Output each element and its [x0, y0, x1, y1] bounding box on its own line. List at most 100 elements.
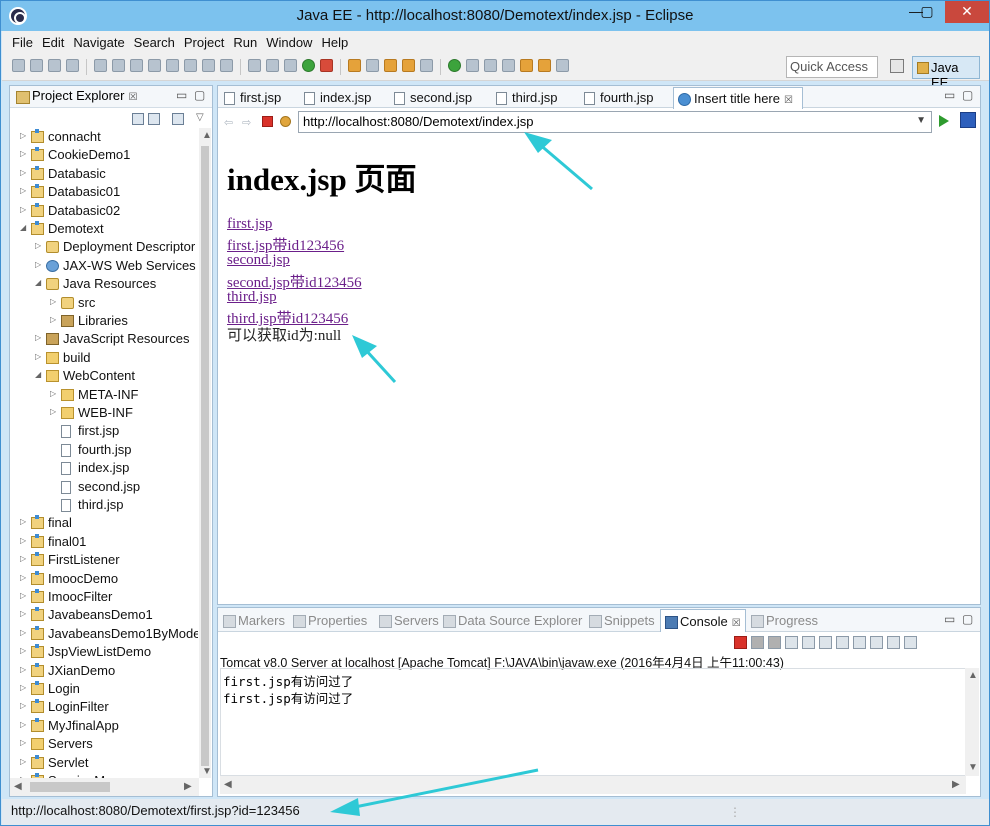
explorer-vertical-scrollbar[interactable]: ▲ ▼	[199, 128, 212, 778]
server-icon[interactable]	[248, 59, 261, 72]
project-explorer-tab[interactable]: Project Explorer ☒	[14, 88, 137, 108]
maximize-icon[interactable]: ▢	[194, 88, 205, 102]
collapsed-arrow-icon[interactable]: ▷	[20, 665, 30, 674]
link-first-jsp[interactable]: first.jsp	[227, 216, 272, 233]
collapsed-arrow-icon[interactable]: ▷	[20, 701, 30, 710]
scroll-right-icon[interactable]: ▶	[952, 779, 960, 790]
collapse-all-icon[interactable]	[132, 113, 144, 125]
collapsed-arrow-icon[interactable]: ▷	[20, 536, 30, 545]
step-into-icon[interactable]	[184, 59, 197, 72]
tab-properties[interactable]: Properties	[292, 613, 367, 628]
stop-icon[interactable]	[262, 116, 273, 127]
maximize-button[interactable]: ▢	[913, 1, 941, 23]
scroll-lock-icon[interactable]	[802, 636, 815, 649]
close-icon[interactable]: ☒	[128, 92, 137, 103]
word-wrap-icon[interactable]	[819, 636, 832, 649]
collapsed-arrow-icon[interactable]: ▷	[20, 628, 30, 637]
collapsed-arrow-icon[interactable]: ▷	[20, 646, 30, 655]
console-horizontal-scrollbar[interactable]: ◀ ▶	[220, 776, 966, 794]
collapsed-arrow-icon[interactable]: ▷	[20, 609, 30, 618]
quick-access-input[interactable]: Quick Access	[786, 56, 878, 78]
collapsed-arrow-icon[interactable]: ▷	[20, 591, 30, 600]
collapsed-arrow-icon[interactable]: ▷	[20, 517, 30, 526]
scroll-right-icon[interactable]: ▶	[184, 781, 192, 792]
minimize-icon[interactable]: ▭	[176, 88, 187, 102]
menu-edit[interactable]: Edit	[42, 35, 64, 50]
tab-fourth-jsp[interactable]: fourth.jsp	[580, 87, 653, 109]
open-external-browser-icon[interactable]	[960, 112, 976, 128]
collapsed-arrow-icon[interactable]: ▷	[35, 241, 45, 250]
print-icon[interactable]	[66, 59, 79, 72]
back-icon[interactable]	[538, 59, 551, 72]
publish-icon[interactable]	[266, 59, 279, 72]
step-return-icon[interactable]	[220, 59, 233, 72]
expanded-arrow-icon[interactable]: ◢	[35, 370, 45, 379]
scroll-down-icon[interactable]: ▼	[968, 762, 978, 773]
scroll-up-icon[interactable]: ▲	[968, 670, 978, 681]
show-on-stderr-icon[interactable]	[853, 636, 866, 649]
new-class-icon[interactable]	[366, 59, 379, 72]
collapsed-arrow-icon[interactable]: ▷	[20, 186, 30, 195]
collapsed-arrow-icon[interactable]: ▷	[20, 757, 30, 766]
back-arrow-icon[interactable]: ⇦	[224, 116, 235, 129]
disconnect-icon[interactable]	[166, 59, 179, 72]
remove-all-icon[interactable]	[768, 636, 781, 649]
collapsed-arrow-icon[interactable]: ▷	[20, 131, 30, 140]
explorer-scroll-thumb[interactable]	[201, 146, 209, 766]
minimize-icon[interactable]: ▭	[944, 88, 955, 102]
scroll-up-icon[interactable]: ▲	[202, 130, 212, 141]
collapsed-arrow-icon[interactable]: ▷	[20, 205, 30, 214]
clear-console-icon[interactable]	[785, 636, 798, 649]
link-second-jsp[interactable]: second.jsp	[227, 252, 290, 269]
tab-index-jsp[interactable]: index.jsp	[300, 87, 371, 109]
maximize-icon[interactable]: ▢	[962, 612, 973, 626]
close-button[interactable]: ✕	[945, 1, 989, 23]
expanded-arrow-icon[interactable]: ◢	[35, 278, 45, 287]
collapsed-arrow-icon[interactable]: ▷	[20, 168, 30, 177]
title-bar[interactable]: Java EE - http://localhost:8080/Demotext…	[1, 1, 989, 31]
debug-icon[interactable]	[284, 59, 297, 72]
tab-data-source-explorer[interactable]: Data Source Explorer	[442, 613, 582, 628]
url-input[interactable]: http://localhost:8080/Demotext/index.jsp…	[298, 111, 932, 133]
tab-first-jsp[interactable]: first.jsp	[220, 87, 281, 109]
close-icon[interactable]: ☒	[732, 618, 741, 629]
link-with-editor-icon[interactable]	[148, 113, 160, 125]
search-icon[interactable]	[420, 59, 433, 72]
new-project-icon[interactable]	[348, 59, 361, 72]
tab-snippets[interactable]: Snippets	[588, 613, 655, 628]
collapsed-arrow-icon[interactable]: ▷	[50, 389, 60, 398]
minimize-icon[interactable]: ▭	[944, 612, 955, 626]
prev-annotation-icon[interactable]	[502, 59, 515, 72]
menu-file[interactable]: File	[12, 35, 33, 50]
suspend-icon[interactable]	[130, 59, 143, 72]
last-edit-icon[interactable]	[520, 59, 533, 72]
run-icon[interactable]	[302, 59, 315, 72]
maximize-icon[interactable]: ▢	[962, 88, 973, 102]
chevron-down-icon[interactable]: ▼	[916, 115, 926, 126]
skip-breakpoints-icon[interactable]	[94, 59, 107, 72]
new-icon[interactable]	[12, 59, 25, 72]
tab-markers[interactable]: Markers	[222, 613, 285, 628]
menu-project[interactable]: Project	[184, 35, 224, 50]
console-output[interactable]: first.jsp有访问过了 first.jsp有访问过了	[220, 668, 966, 776]
external-tools-icon[interactable]	[320, 59, 333, 72]
console-vertical-scrollbar[interactable]: ▲ ▼	[965, 668, 979, 776]
expanded-arrow-icon[interactable]: ◢	[20, 223, 30, 232]
open-perspective-icon[interactable]	[890, 59, 904, 73]
collapsed-arrow-icon[interactable]: ▷	[20, 149, 30, 158]
web-browser-icon[interactable]	[448, 59, 461, 72]
tab-progress[interactable]: Progress	[750, 613, 818, 628]
collapsed-arrow-icon[interactable]: ▷	[20, 683, 30, 692]
tab-servers[interactable]: Servers	[378, 613, 439, 628]
terminate-icon[interactable]	[734, 636, 747, 649]
display-console-icon[interactable]	[887, 636, 900, 649]
annotation-icon[interactable]	[466, 59, 479, 72]
collapsed-arrow-icon[interactable]: ▷	[20, 554, 30, 563]
forward-icon[interactable]	[556, 59, 569, 72]
collapsed-arrow-icon[interactable]: ▷	[50, 407, 60, 416]
view-menu-icon[interactable]: ▽	[196, 112, 204, 123]
terminate-icon[interactable]	[148, 59, 161, 72]
collapsed-arrow-icon[interactable]: ▷	[35, 333, 45, 342]
menu-help[interactable]: Help	[321, 35, 348, 50]
close-icon[interactable]: ☒	[784, 95, 793, 106]
